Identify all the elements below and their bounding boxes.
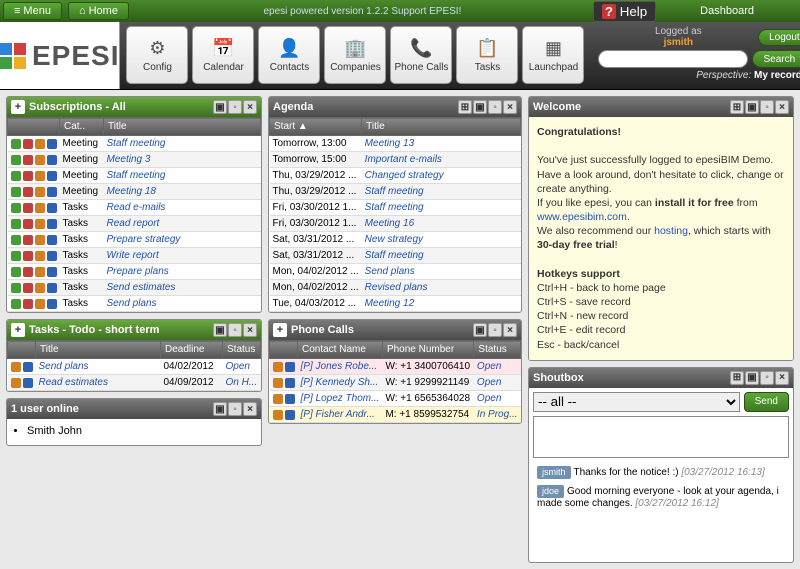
shout-input[interactable] xyxy=(533,416,789,458)
add-icon[interactable]: + xyxy=(11,323,25,337)
table-row[interactable]: Tue, 04/03/2012 ...Meeting 12 xyxy=(270,296,521,312)
tool-config[interactable]: ⚙Config xyxy=(126,26,188,84)
dashboard-label: Dashboard xyxy=(660,5,794,17)
contacts-icon: 👤 xyxy=(276,37,302,59)
users-online-panel: 1 user online ▣◦× Smith John xyxy=(6,398,262,446)
table-row[interactable]: TasksSend estimates xyxy=(8,280,261,296)
table-row[interactable]: Send plans04/02/2012Open xyxy=(8,359,261,375)
table-row[interactable]: Tomorrow, 13:00Meeting 13 xyxy=(270,136,521,152)
epesi-link[interactable]: www.epesibim.com xyxy=(537,211,627,223)
logged-as: Logged as jsmith xyxy=(598,26,758,48)
hosting-link[interactable]: hosting xyxy=(654,225,688,237)
tool-tasks[interactable]: 📋Tasks xyxy=(456,26,518,84)
panel-close-icon[interactable]: × xyxy=(243,100,257,114)
tasks-icon: 📋 xyxy=(474,37,500,59)
table-row[interactable]: MeetingMeeting 3 xyxy=(8,152,261,168)
companies-icon: 🏢 xyxy=(342,37,368,59)
tool-launchpad[interactable]: ▦Launchpad xyxy=(522,26,584,84)
shoutbox-panel: Shoutbox ⊞▣◦× -- all -- Send jsmithThank… xyxy=(528,367,794,563)
menu-button[interactable]: ≡ Menu xyxy=(3,2,62,20)
tasks-panel: + Tasks - Todo - short term ▣◦× Title De… xyxy=(6,319,262,392)
table-row[interactable]: Read estimates04/09/2012On H... xyxy=(8,375,261,391)
add-icon[interactable]: + xyxy=(273,323,287,337)
table-row[interactable]: TasksWrite report xyxy=(8,248,261,264)
tool-contacts[interactable]: 👤Contacts xyxy=(258,26,320,84)
powered-text: epesi powered version 1.2.2 Support EPES… xyxy=(132,6,593,17)
table-row[interactable]: MeetingStaff meeting xyxy=(8,136,261,152)
logout-button[interactable]: Logout ⏻ xyxy=(758,29,800,46)
search-input[interactable] xyxy=(598,50,748,68)
home-button[interactable]: ⌂ Home xyxy=(68,2,129,20)
panel-toggle-icon[interactable]: ▣ xyxy=(213,100,227,114)
shout-send-button[interactable]: Send xyxy=(744,392,789,412)
table-row[interactable]: [P] Kennedy Sh...W: +1 9299921149Open xyxy=(270,375,521,391)
list-item: Smith John xyxy=(27,425,261,437)
table-row[interactable]: [P] Jones Robe...W: +1 3400706410Open xyxy=(270,359,521,375)
table-row[interactable]: Sat, 03/31/2012 ...Staff meeting xyxy=(270,248,521,264)
table-row[interactable]: Sat, 03/31/2012 ...New strategy xyxy=(270,232,521,248)
calendar-icon: 📅 xyxy=(210,37,236,59)
subscriptions-panel: + Subscriptions - All ▣◦× Cat.. Title Me… xyxy=(6,96,262,313)
phone calls-icon: 📞 xyxy=(408,37,434,59)
welcome-panel: Welcome ⊞▣◦× Congratulations! You've jus… xyxy=(528,96,794,361)
help-button[interactable]: ? Help xyxy=(593,1,656,22)
panel-min-icon[interactable]: ◦ xyxy=(228,100,242,114)
search-button[interactable]: Search 🔍 xyxy=(752,50,800,68)
table-row[interactable]: Tomorrow, 15:00Important e-mails xyxy=(270,152,521,168)
table-row[interactable]: Fri, 03/30/2012 1...Staff meeting xyxy=(270,200,521,216)
shout-filter[interactable]: -- all -- xyxy=(533,392,740,412)
table-row[interactable]: Thu, 03/29/2012 ...Changed strategy xyxy=(270,168,521,184)
tool-phone-calls[interactable]: 📞Phone Calls xyxy=(390,26,452,84)
tool-companies[interactable]: 🏢Companies xyxy=(324,26,386,84)
agenda-panel: Agenda ⊞▣◦× Start ▲ Title Tomorrow, 13:0… xyxy=(268,96,522,313)
table-row[interactable]: [P] Fisher Andr...M: +1 8599532754In Pro… xyxy=(270,407,521,423)
table-row[interactable]: MeetingMeeting 18 xyxy=(8,184,261,200)
table-row[interactable]: MeetingStaff meeting xyxy=(8,168,261,184)
shout-message: jdoeGood morning everyone - look at your… xyxy=(537,485,785,510)
launchpad-icon: ▦ xyxy=(540,37,566,59)
table-row[interactable]: Mon, 04/02/2012 ...Revised plans xyxy=(270,280,521,296)
perspective[interactable]: Perspective: My records 👤 xyxy=(598,70,800,81)
table-row[interactable]: Thu, 03/29/2012 ...Staff meeting xyxy=(270,184,521,200)
config-icon: ⚙ xyxy=(144,37,170,59)
shout-message: jsmithThanks for the notice! :) [03/27/2… xyxy=(537,466,785,479)
table-row[interactable]: TasksPrepare strategy xyxy=(8,232,261,248)
table-row[interactable]: Mon, 04/02/2012 ...Send plans xyxy=(270,264,521,280)
logo: EPESI xyxy=(0,22,120,89)
add-icon[interactable]: + xyxy=(11,100,25,114)
table-row[interactable]: TasksRead e-mails xyxy=(8,200,261,216)
welcome-heading: Congratulations! xyxy=(537,126,621,138)
table-row[interactable]: [P] Lopez Thom...W: +1 6565364028Open xyxy=(270,391,521,407)
toolbar: ⚙Config📅Calendar👤Contacts🏢Companies📞Phon… xyxy=(120,22,590,89)
phonecalls-panel: + Phone Calls ▣◦× Contact Name Phone Num… xyxy=(268,319,522,424)
table-row[interactable]: TasksPrepare plans xyxy=(8,264,261,280)
table-row[interactable]: TasksRead report xyxy=(8,216,261,232)
table-row[interactable]: Fri, 03/30/2012 1...Meeting 16 xyxy=(270,216,521,232)
tool-calendar[interactable]: 📅Calendar xyxy=(192,26,254,84)
table-row[interactable]: TasksSend plans xyxy=(8,296,261,312)
